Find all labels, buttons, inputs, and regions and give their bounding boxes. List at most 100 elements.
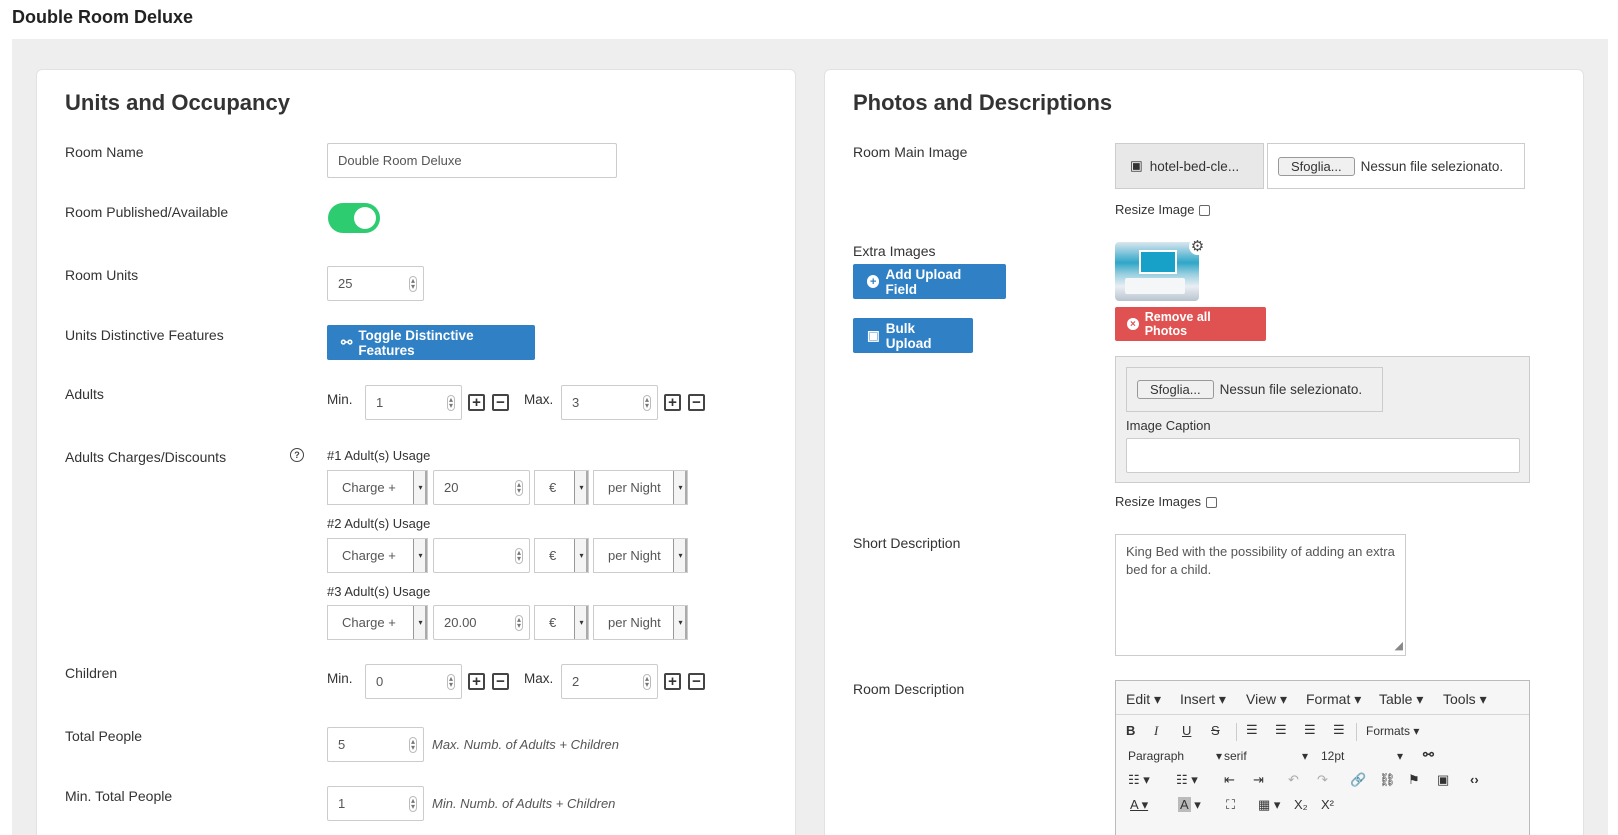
main-image-file-input[interactable]: Sfoglia... Nessun file selezionato. [1267, 143, 1525, 189]
currency-select-1[interactable]: € ▾ [534, 470, 589, 505]
link-icon[interactable]: 🔗 [1350, 772, 1366, 788]
undo-icon[interactable]: ↶ [1288, 772, 1299, 788]
resize-handle-icon[interactable]: ◢ [1395, 637, 1403, 655]
adults-min-input[interactable]: 1 ▴ ▾ [365, 385, 462, 420]
children-max-minus-icon[interactable]: − [688, 673, 705, 690]
children-min-plus-icon[interactable]: + [468, 673, 485, 690]
charge-amount-input-3[interactable]: 20.00 ▴ ▾ [433, 605, 530, 640]
children-min-minus-icon[interactable]: − [492, 673, 509, 690]
align-left-icon[interactable]: ☰ [1246, 722, 1258, 738]
image-caption-input[interactable] [1126, 438, 1520, 473]
menu-view[interactable]: View ▾ [1246, 691, 1287, 708]
gear-icon[interactable]: ⚙ [1189, 238, 1206, 255]
menu-format[interactable]: Format ▾ [1306, 691, 1361, 708]
room-published-toggle[interactable] [328, 203, 380, 233]
underline-icon[interactable]: U [1182, 723, 1191, 738]
menu-table[interactable]: Table ▾ [1379, 691, 1423, 708]
spinner-icon[interactable]: ▴ ▾ [446, 394, 455, 411]
total-people-input[interactable]: 5 ▴ ▾ [327, 727, 424, 762]
main-image-filename[interactable]: ▣ hotel-bed-cle... [1115, 143, 1264, 189]
room-description-editor[interactable]: Edit ▾ Insert ▾ View ▾ Format ▾ Table ▾ … [1115, 680, 1530, 835]
period-select-1[interactable]: per Night ▾ [593, 470, 688, 505]
adults-max-input[interactable]: 3 ▴ ▾ [561, 385, 658, 420]
spinner-icon[interactable]: ▴ ▾ [408, 275, 417, 292]
font-family-select[interactable]: serif ▾ [1224, 749, 1308, 763]
short-description-textarea[interactable]: King Bed with the possibility of adding … [1115, 534, 1406, 656]
help-icon[interactable]: ? [290, 448, 304, 462]
browse-button[interactable]: Sfoglia... [1137, 380, 1214, 399]
spinner-icon[interactable]: ▴ ▾ [514, 547, 523, 564]
toggle-distinctive-features-button[interactable]: ⚯ Toggle Distinctive Features [327, 325, 535, 360]
extra-image-file-input[interactable]: Sfoglia... Nessun file selezionato. [1126, 367, 1383, 412]
background-color-icon[interactable]: A ▾ [1178, 797, 1201, 813]
children-max-input[interactable]: 2 ▴ ▾ [561, 664, 658, 699]
font-size-select[interactable]: 12pt ▾ [1321, 749, 1403, 763]
spinner-icon[interactable]: ▴ ▾ [642, 394, 651, 411]
panel-title: Units and Occupancy [65, 90, 290, 115]
browse-button[interactable]: Sfoglia... [1278, 156, 1355, 176]
spinner-icon[interactable]: ▴ ▾ [408, 736, 417, 753]
numbered-list-icon[interactable]: ☷ ▾ [1176, 772, 1198, 788]
spinner-icon[interactable]: ▴ ▾ [446, 673, 455, 690]
remove-all-photos-button[interactable]: × Remove all Photos [1115, 307, 1266, 341]
children-max-label: Max. [524, 671, 554, 686]
spinner-icon[interactable]: ▴ ▾ [408, 795, 417, 812]
charge-op-select-2[interactable]: Charge + ▾ [327, 538, 428, 573]
charge-amount-input-1[interactable]: 20 ▴ ▾ [433, 470, 530, 505]
adults-max-plus-icon[interactable]: + [664, 394, 681, 411]
source-code-icon[interactable]: ‹› [1470, 772, 1479, 787]
bookmark-icon[interactable]: ⚑ [1408, 772, 1420, 788]
spinner-icon[interactable]: ▴ ▾ [514, 614, 523, 631]
currency-select-2[interactable]: € ▾ [534, 538, 589, 573]
period-select-2[interactable]: per Night ▾ [593, 538, 688, 573]
italic-icon[interactable]: I [1154, 723, 1158, 739]
subscript-icon[interactable]: X₂ [1294, 797, 1308, 812]
block-format-select[interactable]: Paragraph ▾ [1128, 749, 1222, 763]
resize-image-checkbox[interactable] [1199, 205, 1211, 217]
align-justify-icon[interactable]: ☰ [1333, 722, 1345, 738]
formats-dropdown[interactable]: Formats ▾ [1366, 724, 1419, 738]
resize-images-checkbox[interactable] [1205, 497, 1217, 509]
outdent-icon[interactable]: ⇤ [1224, 772, 1235, 788]
fullscreen-icon[interactable]: ⛶ [1226, 797, 1235, 813]
align-center-icon[interactable]: ☰ [1275, 722, 1287, 738]
min-total-people-input[interactable]: 1 ▴ ▾ [327, 786, 424, 821]
period-select-3[interactable]: per Night ▾ [593, 605, 688, 640]
superscript-icon[interactable]: X² [1321, 797, 1334, 812]
table-icon[interactable]: ▦ ▾ [1258, 797, 1280, 813]
menu-edit[interactable]: Edit ▾ [1126, 691, 1161, 708]
redo-icon[interactable]: ↷ [1317, 772, 1328, 788]
insert-image-icon[interactable]: ▣ [1437, 772, 1449, 788]
indent-icon[interactable]: ⇥ [1253, 772, 1264, 788]
adults-max-minus-icon[interactable]: − [688, 394, 705, 411]
adults-min-minus-icon[interactable]: − [492, 394, 509, 411]
children-max-plus-icon[interactable]: + [664, 673, 681, 690]
children-min-input[interactable]: 0 ▴ ▾ [365, 664, 462, 699]
find-replace-icon[interactable]: ⚯ [1423, 747, 1434, 763]
toolbar-separator [1356, 723, 1357, 741]
charge-op-select-1[interactable]: Charge + ▾ [327, 470, 428, 505]
bullet-list-icon[interactable]: ☷ ▾ [1128, 772, 1150, 788]
text-color-icon[interactable]: A ▾ [1130, 797, 1148, 813]
strikethrough-icon[interactable]: S [1211, 723, 1220, 738]
resize-image-label[interactable]: Resize Image [1115, 202, 1211, 217]
charge-op-select-3[interactable]: Charge + ▾ [327, 605, 428, 640]
extra-image-thumbnail[interactable] [1115, 242, 1199, 301]
plus-circle-icon: + [867, 275, 880, 288]
add-upload-field-button[interactable]: + Add Upload Field [853, 264, 1006, 299]
align-right-icon[interactable]: ☰ [1304, 722, 1316, 738]
menu-insert[interactable]: Insert ▾ [1180, 691, 1226, 708]
unlink-icon[interactable]: ⛓ [1379, 772, 1396, 788]
image-icon: ▣ [1130, 158, 1143, 173]
spinner-icon[interactable]: ▴ ▾ [514, 479, 523, 496]
spinner-icon[interactable]: ▴ ▾ [642, 673, 651, 690]
resize-images-label[interactable]: Resize Images [1115, 494, 1217, 509]
adults-min-plus-icon[interactable]: + [468, 394, 485, 411]
menu-tools[interactable]: Tools ▾ [1443, 691, 1487, 708]
room-units-input[interactable]: 25 ▴ ▾ [327, 266, 424, 301]
charge-amount-input-2[interactable]: ▴ ▾ [433, 538, 530, 573]
bulk-upload-button[interactable]: ▣ Bulk Upload [853, 318, 973, 353]
bold-icon[interactable]: B [1126, 723, 1135, 738]
room-name-input[interactable]: Double Room Deluxe [327, 143, 617, 178]
currency-select-3[interactable]: € ▾ [534, 605, 589, 640]
